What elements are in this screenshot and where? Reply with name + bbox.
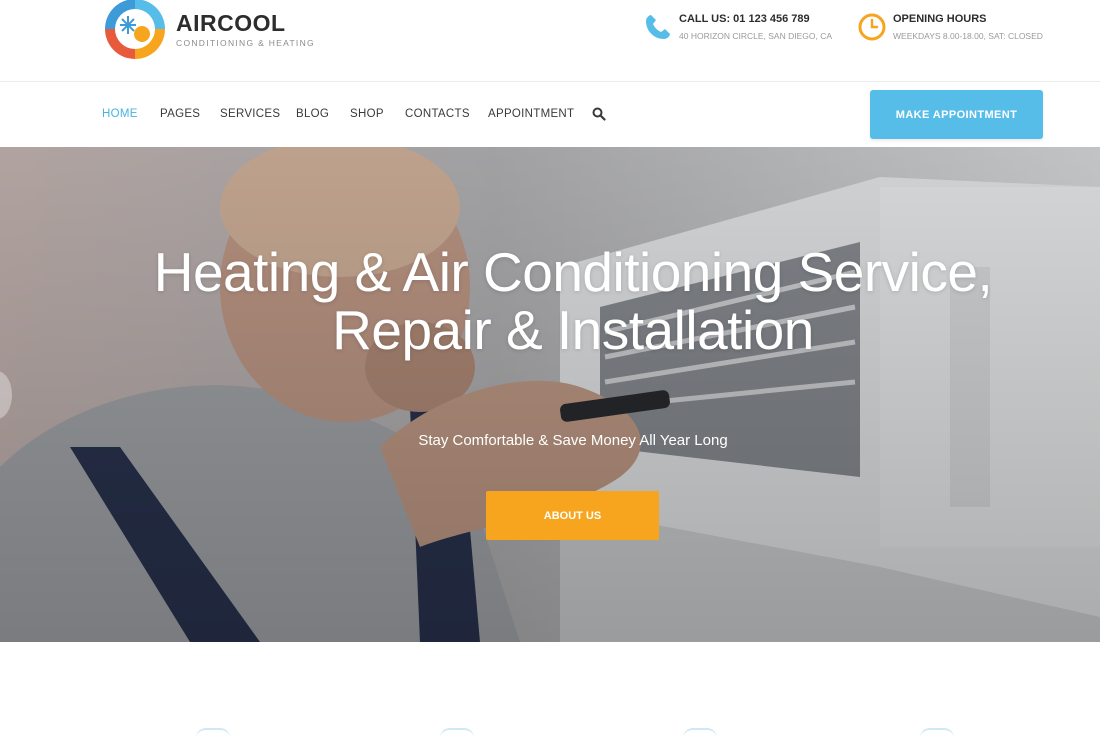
nav-item-appointment[interactable]: APPOINTMENT: [488, 108, 574, 120]
brand[interactable]: AIRCOOL CONDITIONING & HEATING: [176, 10, 315, 48]
phone-icon: [646, 15, 670, 39]
nav-item-pages[interactable]: PAGES: [160, 108, 200, 120]
service-icon-peek: [196, 728, 230, 738]
brand-tagline: CONDITIONING & HEATING: [176, 38, 315, 48]
nav-item-home[interactable]: HOME: [102, 108, 138, 120]
nav-item-services[interactable]: SERVICES: [220, 108, 280, 120]
hours-text: WEEKDAYS 8.00-18.00, SAT: CLOSED: [893, 31, 1043, 41]
hero-title-line-1: Heating & Air Conditioning Service,: [153, 241, 993, 303]
hours-title: OPENING HOURS: [893, 13, 987, 25]
call-info: CALL US: 01 123 456 789 40 HORIZON CIRCL…: [643, 12, 832, 42]
hero-background-image: [0, 147, 1100, 642]
clock-icon: [858, 13, 886, 41]
brand-name: AIRCOOL: [176, 10, 286, 36]
search-icon[interactable]: [592, 107, 606, 121]
call-address: 40 HORIZON CIRCLE, SAN DIEGO, CA: [679, 31, 833, 41]
nav-item-blog[interactable]: BLOG: [296, 108, 329, 120]
hours-info: OPENING HOURS WEEKDAYS 8.00-18.00, SAT: …: [857, 12, 1043, 42]
hero-title: Heating & Air Conditioning Service, Repa…: [0, 243, 1100, 359]
main-nav: HOME PAGES SERVICES BLOG SHOP CONTACTS A…: [0, 82, 1100, 147]
about-us-button[interactable]: ABOUT US: [486, 491, 659, 540]
hero-slider: Heating & Air Conditioning Service, Repa…: [0, 147, 1100, 642]
service-icon-peek: [920, 728, 954, 738]
make-appointment-button[interactable]: MAKE APPOINTMENT: [870, 90, 1043, 139]
top-header: AIRCOOL CONDITIONING & HEATING CALL US: …: [0, 0, 1100, 82]
call-title: CALL US: 01 123 456 789: [679, 13, 810, 25]
service-icon-peek: [440, 728, 474, 738]
aircool-logo-icon[interactable]: [102, 0, 168, 62]
nav-item-contacts[interactable]: CONTACTS: [405, 108, 470, 120]
hero-subtitle: Stay Comfortable & Save Money All Year L…: [418, 432, 728, 449]
services-section: [0, 642, 1100, 733]
nav-item-shop[interactable]: SHOP: [350, 108, 384, 120]
service-icon-peek: [683, 728, 717, 738]
hero-title-line-2: Repair & Installation: [332, 299, 814, 361]
